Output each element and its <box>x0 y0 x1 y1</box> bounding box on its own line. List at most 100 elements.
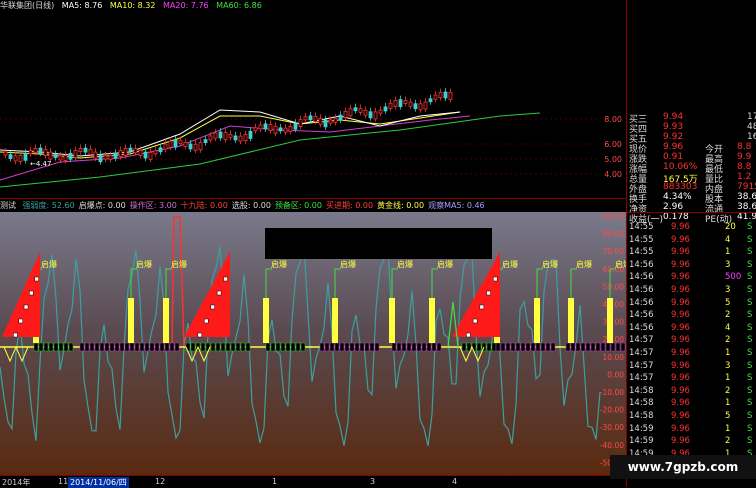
zone-block <box>391 342 397 352</box>
trade-volume: 3 <box>725 285 731 295</box>
indicator-axis-label: -40.00 <box>600 441 624 450</box>
candle-body <box>363 109 368 116</box>
candle-body <box>253 127 258 132</box>
zone-block <box>615 342 621 352</box>
trade-volume: 2 <box>725 335 731 346</box>
zone-block <box>364 342 370 352</box>
candle-body <box>308 115 313 121</box>
trade-flag: S <box>747 436 753 447</box>
trade-flag: S <box>747 222 753 232</box>
zone-block <box>33 342 39 352</box>
zone-block <box>396 342 402 352</box>
candle-body <box>233 135 238 141</box>
ma-legend: 华联集团(日线) MA5: 8.76 MA10: 8.32 MA20: 7.76… <box>0 0 267 12</box>
trade-volume: 1 <box>725 423 731 434</box>
candle-body <box>358 108 363 113</box>
zone-block <box>520 342 526 352</box>
zone-block <box>275 342 281 352</box>
trade-volume: 2 <box>725 310 731 321</box>
trade-row: 14:58 9.96 5 S <box>629 411 755 422</box>
low-price-marker: ←4.47 <box>30 160 51 168</box>
candle-body <box>28 150 33 154</box>
quote-value2: 1.2 <box>737 172 752 182</box>
zone-block <box>610 342 616 352</box>
candle-body <box>218 131 223 139</box>
signal-bar <box>128 298 134 343</box>
zone-block <box>169 342 175 352</box>
trade-flag: S <box>747 411 753 421</box>
trade-price: 9.96 <box>671 335 690 346</box>
zone-block <box>605 342 611 352</box>
zone-block <box>285 342 291 352</box>
signal-label: 启爆 <box>397 259 413 269</box>
candle-body <box>273 125 278 134</box>
zone-block <box>119 342 125 352</box>
trade-flag: S <box>747 385 753 396</box>
signal-bar <box>568 298 574 343</box>
zone-block <box>58 342 64 352</box>
trade-volume: 500 <box>725 272 742 283</box>
candle-body <box>243 134 248 141</box>
candle-body <box>103 155 108 160</box>
ramp-marker <box>203 318 209 324</box>
zone-block <box>319 342 325 352</box>
candle-body <box>188 143 193 150</box>
zone-block <box>525 342 531 352</box>
zone-block <box>461 342 467 352</box>
trade-volume: 2 <box>725 385 731 396</box>
price-axis-label: 4.00 <box>604 170 622 179</box>
ma5-line <box>0 109 461 157</box>
candle-body <box>113 152 118 159</box>
indicator-axis-label: 40.00 <box>603 300 625 309</box>
zone-block <box>620 342 626 352</box>
quote-value2: 8.8 <box>737 162 752 172</box>
trade-row: 14:57 9.96 3 S <box>629 361 755 372</box>
candle-body <box>403 100 408 104</box>
trade-flag: S <box>747 348 753 358</box>
quote-value2: 38.6 <box>737 192 756 202</box>
zone-block <box>129 342 135 352</box>
candle-body <box>78 148 83 152</box>
candle-body <box>123 148 128 156</box>
chart-area[interactable]: 8.00 6.00 5.00 4.00 ←4.47 华联集团(日线) MA5: 8.76… <box>0 0 626 488</box>
candle-body <box>398 99 403 108</box>
signal-label: 启爆 <box>340 259 356 269</box>
candle-body <box>63 155 68 161</box>
trade-volume: 3 <box>725 360 731 371</box>
trade-time: 14:56 <box>629 285 654 295</box>
zone-block <box>406 342 412 352</box>
trade-time: 14:56 <box>629 297 654 308</box>
candle-body <box>138 150 143 156</box>
ma20-line <box>0 115 471 181</box>
candle-body <box>213 132 218 139</box>
indicator-axis-label: 0.00 <box>607 370 624 379</box>
zone-block <box>245 342 251 352</box>
zone-block <box>265 342 271 352</box>
trade-price: 9.96 <box>671 398 690 409</box>
price-chart[interactable]: 8.00 6.00 5.00 4.00 ←4.47 <box>0 12 626 198</box>
zone-block <box>324 342 330 352</box>
candle-body <box>428 98 433 103</box>
zone-block <box>515 342 521 352</box>
candle-body <box>178 140 183 145</box>
zone-block <box>210 342 216 352</box>
zone-block <box>104 342 110 352</box>
trade-flag: S <box>747 373 753 384</box>
candle-body <box>368 111 373 119</box>
trade-row: 14:57 9.96 2 S <box>629 335 755 346</box>
zone-block <box>510 342 516 352</box>
zone-block <box>144 342 150 352</box>
quote-value2: 79155 <box>737 182 756 192</box>
trade-time: 14:59 <box>629 423 654 434</box>
trade-price: 9.96 <box>671 423 690 434</box>
indicator-axis-label: 10.00 <box>603 353 625 362</box>
axis-month-3: 3 <box>370 477 376 486</box>
candle-body <box>338 114 343 121</box>
zone-block <box>585 342 591 352</box>
signal-bar <box>429 298 435 343</box>
zone-block <box>154 342 160 352</box>
zone-block <box>530 342 536 352</box>
zone-block <box>500 342 506 352</box>
ramp-marker <box>486 290 491 296</box>
trade-time: 14:57 <box>629 373 654 384</box>
